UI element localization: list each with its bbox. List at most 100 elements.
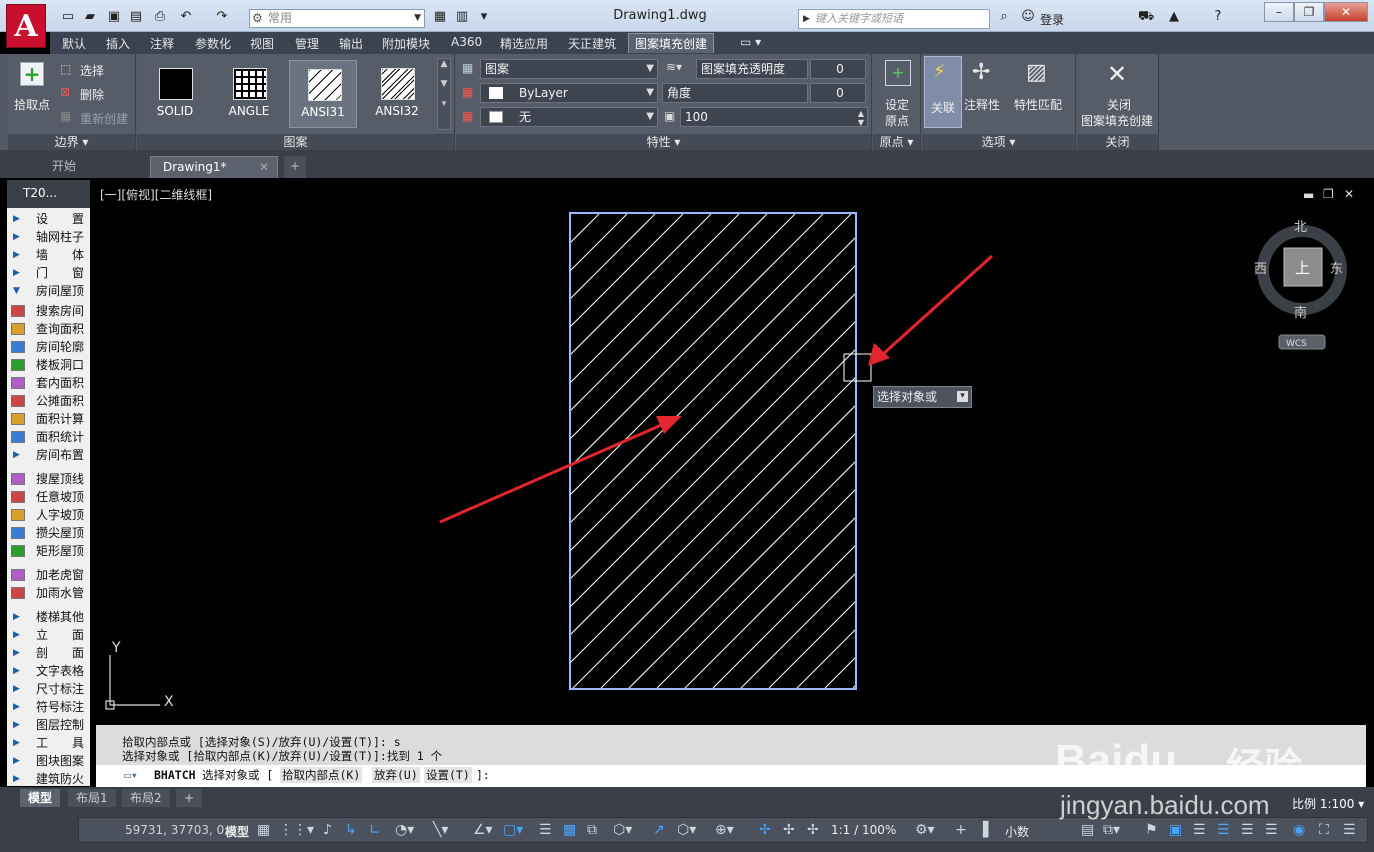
palette-item[interactable]: ▶ 轴网柱子 bbox=[7, 228, 90, 246]
auto-scale-icon[interactable]: ✢ bbox=[783, 822, 795, 838]
expanded-caret-icon[interactable]: ▼ bbox=[13, 282, 20, 300]
pick-point-icon[interactable]: + bbox=[20, 62, 44, 86]
option-undo[interactable]: 放弃(U) bbox=[372, 767, 420, 783]
collapsed-caret-icon[interactable]: ▶ bbox=[13, 608, 20, 626]
palette-item[interactable]: ▶ 楼梯其他 bbox=[7, 608, 90, 626]
restore-button[interactable]: ❐ bbox=[1294, 2, 1324, 22]
scale-input[interactable]: 100 ▲ ▼ bbox=[680, 107, 868, 127]
compass-west[interactable]: 西 bbox=[1254, 262, 1267, 277]
tab-output[interactable]: 输出 bbox=[339, 35, 363, 52]
hatch-pattern[interactable] bbox=[97, 214, 1366, 688]
palette-item[interactable]: ▶ 墙 体 bbox=[7, 246, 90, 264]
compass-north[interactable]: 北 bbox=[1294, 220, 1307, 235]
annotation-monitor-icon[interactable]: + bbox=[955, 822, 967, 838]
new-icon[interactable]: ▭ bbox=[60, 9, 76, 25]
collapsed-caret-icon[interactable]: ▶ bbox=[13, 446, 20, 464]
palette-item[interactable]: ▶ 立 面 bbox=[7, 626, 90, 644]
palette-title[interactable]: T20... bbox=[7, 180, 90, 208]
palette-item[interactable]: ▶ 设 置 bbox=[7, 210, 90, 228]
palette-item[interactable]: ▶ 尺寸标注 bbox=[7, 680, 90, 698]
palette-item[interactable]: 矩形屋顶 bbox=[7, 542, 90, 560]
login-link[interactable]: 登录 bbox=[1040, 11, 1064, 28]
palette-item[interactable]: ▼ 房间屋顶 bbox=[7, 282, 90, 300]
new-layout-button[interactable]: + bbox=[176, 789, 203, 807]
redo-icon[interactable]: ↷ bbox=[214, 9, 230, 25]
collapsed-caret-icon[interactable]: ▶ bbox=[13, 644, 20, 662]
collapsed-caret-icon[interactable]: ▶ bbox=[13, 264, 20, 282]
palette-item[interactable]: 面积计算 bbox=[7, 410, 90, 428]
collapsed-caret-icon[interactable]: ▶ bbox=[13, 752, 20, 770]
palette-item[interactable]: ▶ 房间布置 bbox=[7, 446, 90, 464]
tab-model[interactable]: 模型 bbox=[20, 789, 61, 807]
tab-insert[interactable]: 插入 bbox=[106, 35, 130, 52]
palette-item[interactable]: 任意坡顶 bbox=[7, 488, 90, 506]
pattern-scroll[interactable]: ▲ ▼ ▾ bbox=[437, 58, 451, 130]
units-select[interactable]: 小数 bbox=[1005, 823, 1029, 840]
lineweight-icon[interactable]: ☰ bbox=[539, 822, 552, 838]
command-prompt-icon[interactable]: ▭▾ bbox=[124, 765, 138, 785]
tab-hatch-creation[interactable]: 图案填充创建 bbox=[628, 33, 715, 53]
annotation-scale-icon[interactable]: ✢ bbox=[807, 822, 819, 838]
close-tab-icon[interactable]: ✕ bbox=[259, 157, 269, 177]
palette-item[interactable]: 公摊面积 bbox=[7, 392, 90, 410]
compass-east[interactable]: 东 bbox=[1330, 262, 1343, 277]
annotation-visibility-icon[interactable]: ✢ bbox=[759, 822, 771, 838]
palette-item[interactable]: ▶ 图层控制 bbox=[7, 716, 90, 734]
tab-featured-apps[interactable]: 精选应用 bbox=[500, 35, 548, 52]
hatch-type-select[interactable]: 图案 ▼ bbox=[480, 59, 658, 79]
collapsed-caret-icon[interactable]: ▶ bbox=[13, 680, 20, 698]
tab-options-toggle[interactable]: ▭ ▾ bbox=[740, 35, 761, 49]
dynamic-input-icon[interactable]: ↳ bbox=[345, 822, 357, 838]
match-properties-button[interactable]: 特性匹配 bbox=[1014, 96, 1062, 113]
spinner-icon[interactable]: ▲ ▼ bbox=[858, 109, 864, 127]
collapsed-caret-icon[interactable]: ▶ bbox=[13, 626, 20, 644]
save-as-icon[interactable]: ▤ bbox=[128, 9, 144, 25]
options-panel-label[interactable]: 选项 ▾ bbox=[922, 134, 1075, 150]
plot-icon[interactable]: ▦ bbox=[432, 9, 448, 25]
tab-addins[interactable]: 附加模块 bbox=[382, 35, 430, 52]
palette-item[interactable]: 加雨水管 bbox=[7, 584, 90, 602]
boundary-panel-label[interactable]: 边界 ▾ bbox=[8, 134, 135, 150]
set-origin-button-line2[interactable]: 原点 bbox=[885, 112, 909, 129]
hatch-color-select[interactable]: ByLayer ▼ bbox=[480, 83, 658, 103]
3d-osnap-icon[interactable]: ⬡▾ bbox=[613, 822, 632, 838]
associative-toggle[interactable]: ⚡ 关联 bbox=[924, 56, 962, 128]
palette-item[interactable]: 人字坡顶 bbox=[7, 506, 90, 524]
collapsed-caret-icon[interactable]: ▶ bbox=[13, 210, 20, 228]
annotative-button[interactable]: 注释性 bbox=[964, 96, 1000, 113]
palette-item[interactable]: ▶ 文字表格 bbox=[7, 662, 90, 680]
workspace-select[interactable]: ⚙ 常用 ▼ bbox=[249, 9, 425, 28]
palette-item[interactable]: 房间轮廓 bbox=[7, 338, 90, 356]
set-origin-button[interactable]: 设定 bbox=[885, 96, 909, 113]
snap-icon[interactable]: ⋮⋮▾ bbox=[279, 822, 314, 838]
transparency-input[interactable]: 0 bbox=[810, 59, 866, 79]
palette-item[interactable]: ▶ 门 窗 bbox=[7, 264, 90, 282]
new-tab-button[interactable]: + bbox=[284, 156, 306, 178]
collapsed-caret-icon[interactable]: ▶ bbox=[13, 246, 20, 264]
palette-item[interactable]: 搜索房间 bbox=[7, 302, 90, 320]
tab-drawing1[interactable]: Drawing1* ✕ bbox=[150, 156, 278, 178]
coordinates-readout[interactable]: 59731, 37703, 0 bbox=[125, 823, 224, 837]
palette-item[interactable]: 面积统计 bbox=[7, 428, 90, 446]
origin-panel-label[interactable]: 原点 ▾ bbox=[873, 134, 920, 150]
palette-item[interactable]: 加老虎窗 bbox=[7, 566, 90, 584]
palette-item[interactable]: 查询面积 bbox=[7, 320, 90, 338]
object-snap-icon[interactable]: ▢▾ bbox=[503, 822, 523, 838]
ortho-icon[interactable]: ∟ bbox=[369, 822, 381, 838]
selection-filter-icon[interactable]: ⬡▾ bbox=[677, 822, 696, 838]
close-window-button[interactable]: ✕ bbox=[1324, 2, 1368, 22]
tab-start[interactable]: 开始 bbox=[12, 156, 152, 178]
customize-qa-icon[interactable]: ▾ bbox=[476, 9, 492, 25]
tab-view[interactable]: 视图 bbox=[250, 35, 274, 52]
collapsed-caret-icon[interactable]: ▶ bbox=[13, 662, 20, 680]
palette-item[interactable]: ▶ 符号标注 bbox=[7, 698, 90, 716]
tooltip-options-icon[interactable]: ▾ bbox=[957, 391, 968, 402]
compass-south[interactable]: 南 bbox=[1294, 305, 1307, 321]
set-origin-icon[interactable]: + bbox=[885, 60, 911, 86]
pattern-ansi31-tile[interactable]: ANSI31 bbox=[289, 60, 357, 128]
undo-icon[interactable]: ↶ bbox=[178, 9, 194, 25]
help-icon[interactable]: ? bbox=[1210, 9, 1226, 25]
background-color-select[interactable]: 无 ▼ bbox=[480, 107, 658, 127]
tab-parametric[interactable]: 参数化 bbox=[195, 35, 231, 52]
collapsed-caret-icon[interactable]: ▶ bbox=[13, 716, 20, 734]
